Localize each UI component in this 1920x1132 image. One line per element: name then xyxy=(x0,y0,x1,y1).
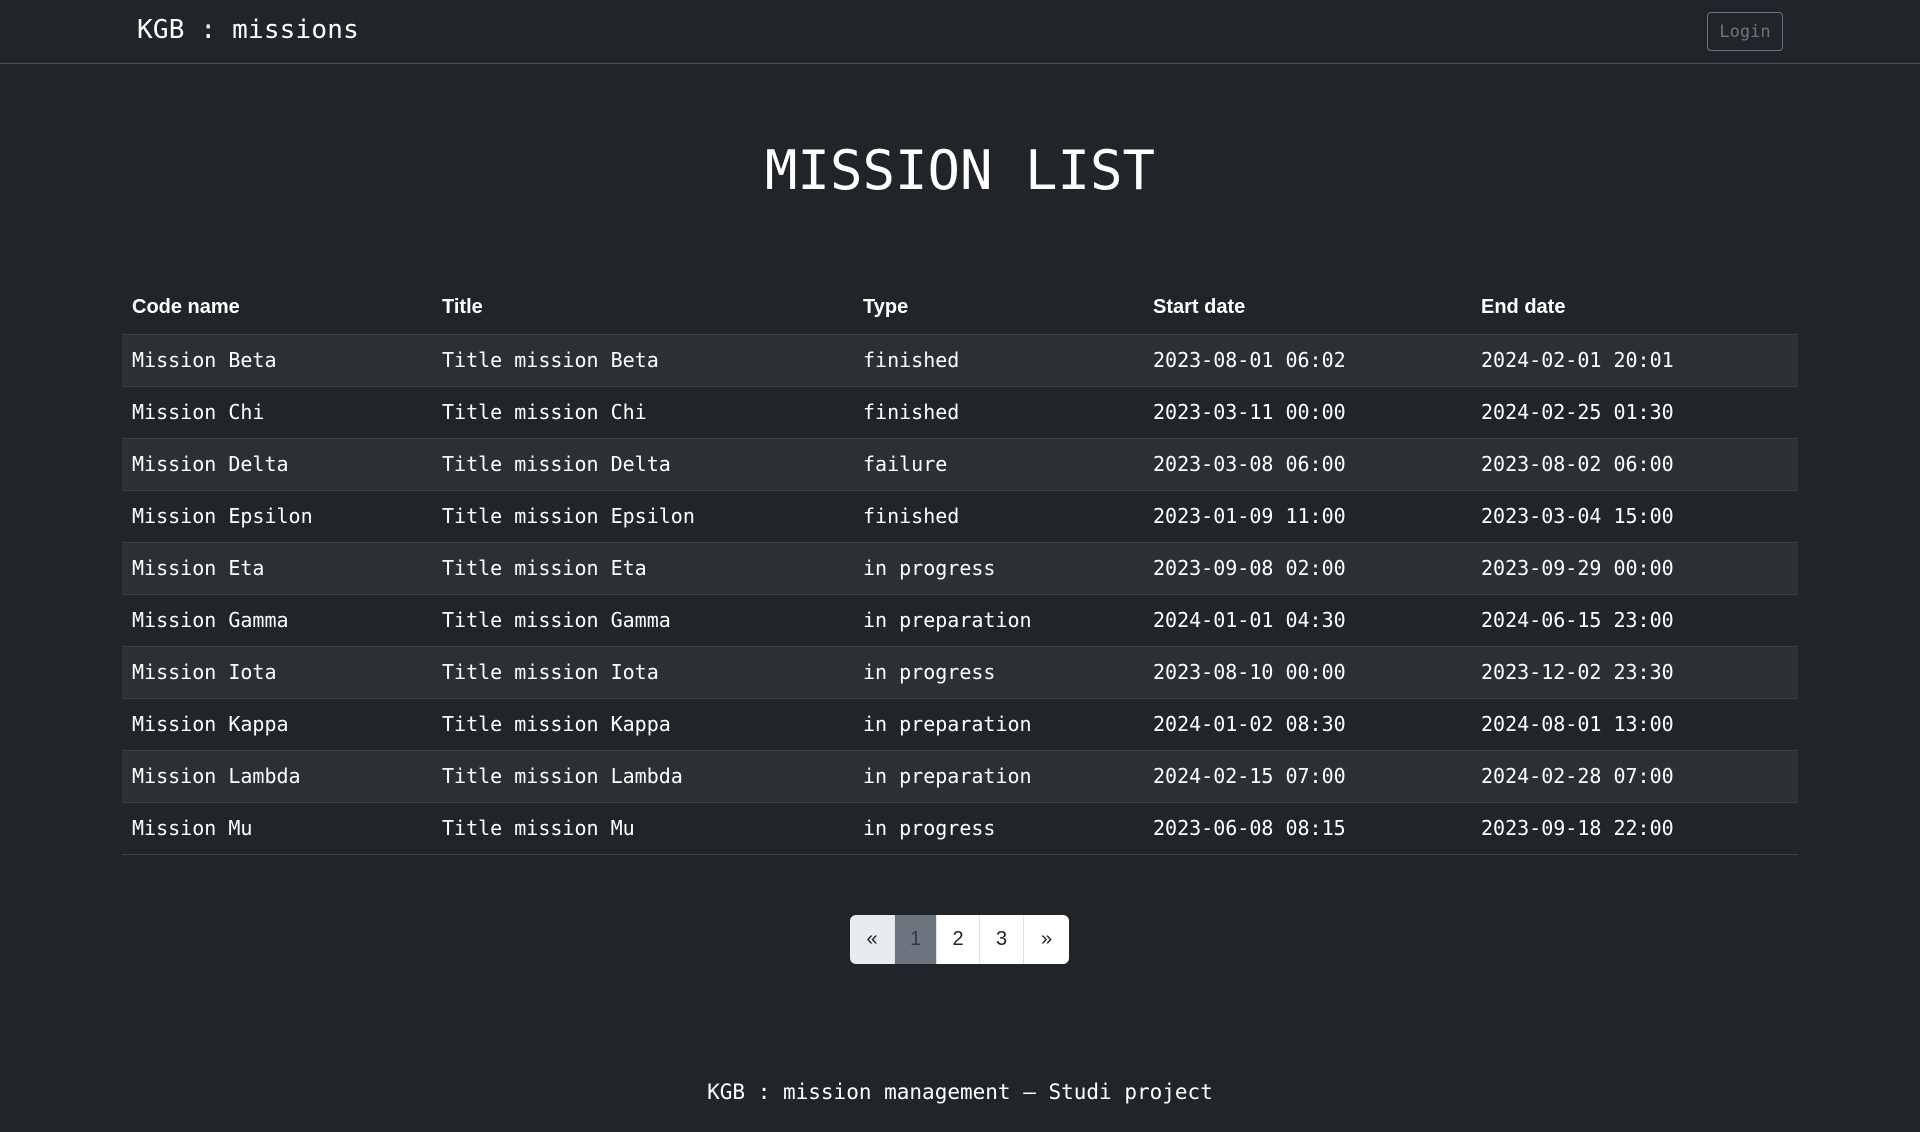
cell-type: in progress xyxy=(853,646,1143,699)
cell-end-date: 2023-08-02 06:00 xyxy=(1471,438,1798,491)
mission-table-container: Code name Title Type Start date End date… xyxy=(122,282,1798,855)
cell-type: finished xyxy=(853,490,1143,543)
cell-start-date: 2023-01-09 11:00 xyxy=(1143,490,1471,543)
column-header-title: Title xyxy=(432,282,853,335)
login-button[interactable]: Login xyxy=(1707,12,1783,51)
cell-start-date: 2024-01-01 04:30 xyxy=(1143,594,1471,647)
cell-code-name: Mission Kappa xyxy=(122,698,432,751)
cell-code-name: Mission Lambda xyxy=(122,750,432,803)
cell-code-name: Mission Chi xyxy=(122,386,432,439)
cell-type: in progress xyxy=(853,802,1143,855)
cell-type: in preparation xyxy=(853,594,1143,647)
page-2-button[interactable]: 2 xyxy=(937,915,980,964)
page-1-button[interactable]: 1 xyxy=(895,915,937,964)
cell-code-name: Mission Delta xyxy=(122,438,432,491)
cell-end-date: 2024-02-25 01:30 xyxy=(1471,386,1798,439)
cell-title: Title mission Lambda xyxy=(432,750,853,803)
cell-start-date: 2023-08-10 00:00 xyxy=(1143,646,1471,699)
cell-title: Title mission Iota xyxy=(432,646,853,699)
cell-end-date: 2023-09-29 00:00 xyxy=(1471,542,1798,595)
cell-end-date: 2024-02-01 20:01 xyxy=(1471,334,1798,387)
cell-end-date: 2024-02-28 07:00 xyxy=(1471,750,1798,803)
cell-code-name: Mission Beta xyxy=(122,334,432,387)
table-row: Mission Epsilon Title mission Epsilon fi… xyxy=(122,490,1798,543)
column-header-code-name: Code name xyxy=(122,282,432,335)
cell-title: Title mission Mu xyxy=(432,802,853,855)
cell-end-date: 2023-03-04 15:00 xyxy=(1471,490,1798,543)
footer-text: KGB : mission management – Studi project xyxy=(707,1080,1213,1104)
mission-table: Code name Title Type Start date End date… xyxy=(122,282,1798,855)
brand-title[interactable]: KGB : missions xyxy=(137,15,359,45)
cell-type: in preparation xyxy=(853,698,1143,751)
column-header-start-date: Start date xyxy=(1143,282,1471,335)
cell-start-date: 2023-06-08 08:15 xyxy=(1143,802,1471,855)
cell-end-date: 2024-06-15 23:00 xyxy=(1471,594,1798,647)
next-page-button[interactable]: » xyxy=(1024,915,1069,964)
table-row: Mission Mu Title mission Mu in progress … xyxy=(122,802,1798,855)
cell-code-name: Mission Eta xyxy=(122,542,432,595)
table-row: Mission Iota Title mission Iota in progr… xyxy=(122,646,1798,699)
cell-type: in preparation xyxy=(853,750,1143,803)
table-row: Mission Lambda Title mission Lambda in p… xyxy=(122,750,1798,803)
cell-title: Title mission Beta xyxy=(432,334,853,387)
table-row: Mission Chi Title mission Chi finished 2… xyxy=(122,386,1798,439)
cell-title: Title mission Gamma xyxy=(432,594,853,647)
cell-end-date: 2023-09-18 22:00 xyxy=(1471,802,1798,855)
cell-type: finished xyxy=(853,334,1143,387)
column-header-type: Type xyxy=(853,282,1143,335)
cell-type: in progress xyxy=(853,542,1143,595)
page-3-button[interactable]: 3 xyxy=(980,915,1024,964)
table-header-row: Code name Title Type Start date End date xyxy=(122,282,1798,335)
previous-page-button[interactable]: « xyxy=(850,915,895,964)
table-row: Mission Gamma Title mission Gamma in pre… xyxy=(122,594,1798,647)
cell-end-date: 2023-12-02 23:30 xyxy=(1471,646,1798,699)
cell-title: Title mission Eta xyxy=(432,542,853,595)
pagination: « 1 2 3 » xyxy=(850,915,1069,964)
cell-start-date: 2023-09-08 02:00 xyxy=(1143,542,1471,595)
cell-title: Title mission Chi xyxy=(432,386,853,439)
cell-code-name: Mission Gamma xyxy=(122,594,432,647)
cell-start-date: 2023-03-11 00:00 xyxy=(1143,386,1471,439)
cell-start-date: 2024-02-15 07:00 xyxy=(1143,750,1471,803)
navbar: KGB : missions Login xyxy=(0,0,1920,64)
cell-type: failure xyxy=(853,438,1143,491)
cell-end-date: 2024-08-01 13:00 xyxy=(1471,698,1798,751)
page-title: MISSION LIST xyxy=(764,139,1156,202)
cell-start-date: 2024-01-02 08:30 xyxy=(1143,698,1471,751)
cell-code-name: Mission Iota xyxy=(122,646,432,699)
table-header: Code name Title Type Start date End date xyxy=(122,282,1798,335)
cell-code-name: Mission Mu xyxy=(122,802,432,855)
cell-title: Title mission Delta xyxy=(432,438,853,491)
cell-start-date: 2023-08-01 06:02 xyxy=(1143,334,1471,387)
cell-title: Title mission Epsilon xyxy=(432,490,853,543)
cell-title: Title mission Kappa xyxy=(432,698,853,751)
table-body: Mission Beta Title mission Beta finished… xyxy=(122,334,1798,855)
cell-code-name: Mission Epsilon xyxy=(122,490,432,543)
table-row: Mission Beta Title mission Beta finished… xyxy=(122,334,1798,387)
cell-type: finished xyxy=(853,386,1143,439)
table-row: Mission Eta Title mission Eta in progres… xyxy=(122,542,1798,595)
cell-start-date: 2023-03-08 06:00 xyxy=(1143,438,1471,491)
column-header-end-date: End date xyxy=(1471,282,1798,335)
table-row: Mission Kappa Title mission Kappa in pre… xyxy=(122,698,1798,751)
table-row: Mission Delta Title mission Delta failur… xyxy=(122,438,1798,491)
